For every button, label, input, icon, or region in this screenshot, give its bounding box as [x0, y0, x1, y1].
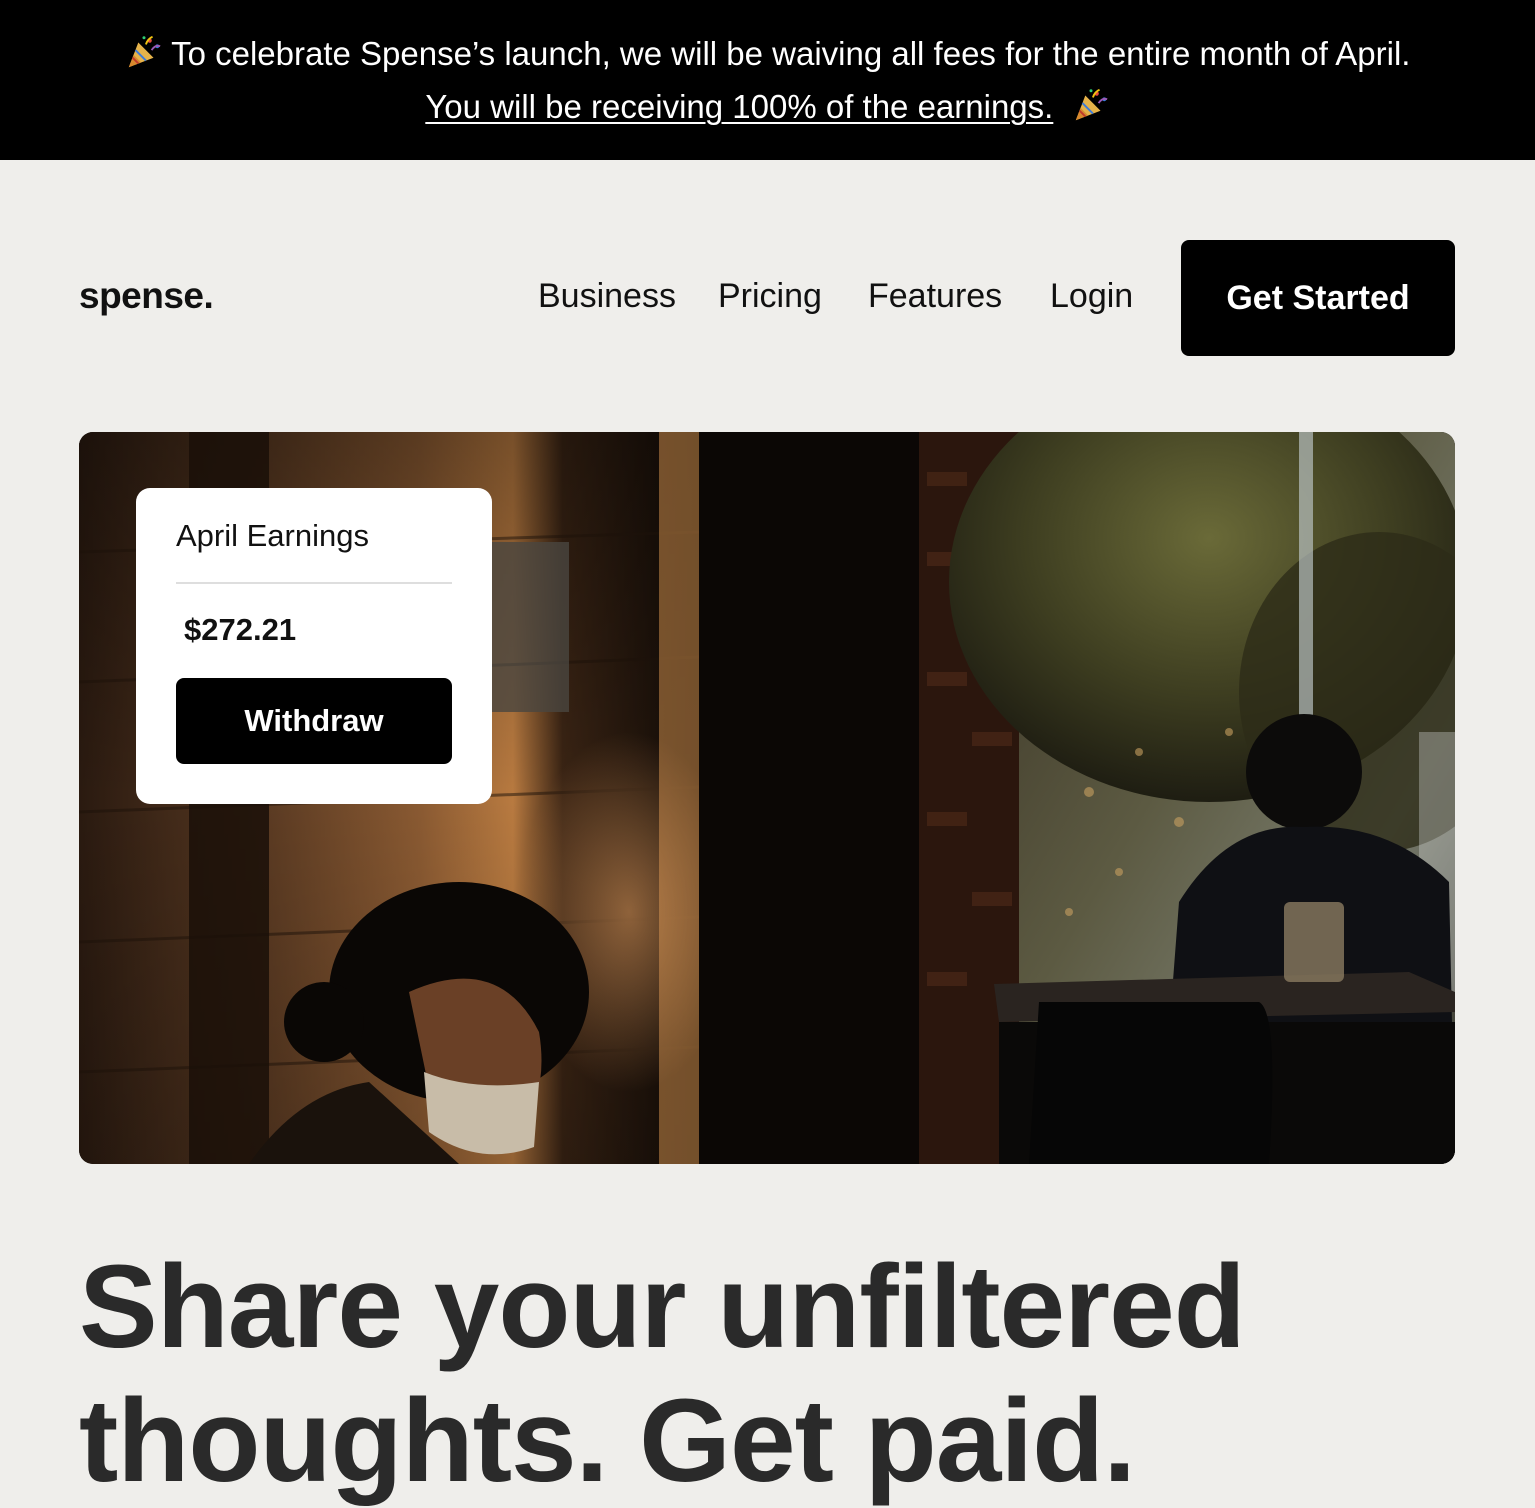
nav-link-login[interactable]: Login — [1050, 277, 1133, 316]
headline-line-1: Share your unfiltered — [79, 1241, 1246, 1373]
withdraw-button[interactable]: Withdraw — [176, 678, 452, 764]
announcement-bar: To celebrate Spense’s launch, we will be… — [0, 0, 1535, 160]
hero-headline: Share your unfiltered thoughts. Get paid… — [79, 1240, 1379, 1508]
announcement-text: To celebrate Spense’s launch, we will be… — [171, 35, 1411, 72]
party-popper-icon — [128, 35, 161, 68]
get-started-button[interactable]: Get Started — [1181, 240, 1455, 356]
earnings-card-title: April Earnings — [176, 518, 369, 553]
card-divider — [176, 582, 452, 584]
earnings-amount: $272.21 — [184, 612, 297, 647]
party-popper-icon — [1075, 88, 1108, 121]
earnings-card: April Earnings $272.21 Withdraw — [136, 488, 492, 804]
headline-line-2: thoughts. Get paid. — [79, 1375, 1136, 1507]
announcement-line-2: You will be receiving 100% of the earnin… — [0, 80, 1535, 133]
nav-link-business[interactable]: Business — [538, 277, 676, 316]
logo[interactable]: spense. — [79, 275, 214, 317]
announcement-line: To celebrate Spense’s launch, we will be… — [0, 27, 1535, 80]
nav-link-pricing[interactable]: Pricing — [718, 277, 822, 316]
earnings-link[interactable]: You will be receiving 100% of the earnin… — [425, 88, 1053, 125]
nav-link-features[interactable]: Features — [868, 277, 1002, 316]
